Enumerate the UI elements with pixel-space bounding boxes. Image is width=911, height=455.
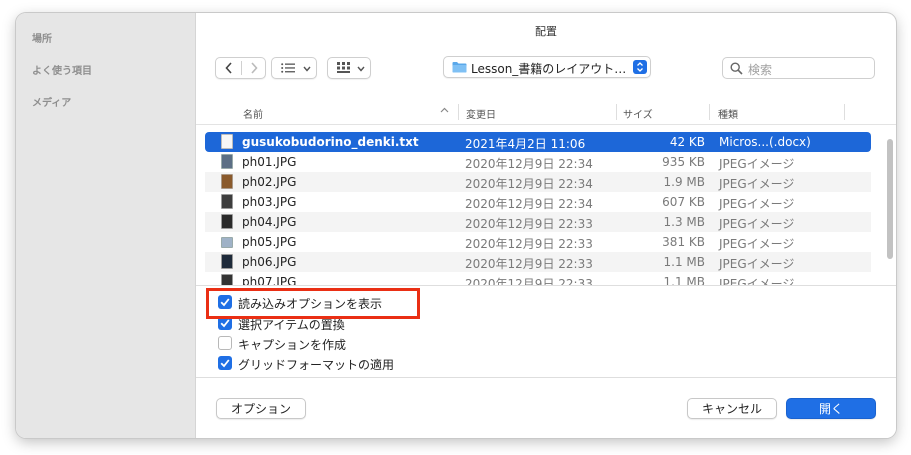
file-date: 2020年12月9日 22:34 (465, 157, 593, 171)
file-size: 607 KB (662, 195, 705, 209)
grid-view-icon (337, 62, 350, 73)
option-label: 読み込みオプションを表示 (238, 297, 383, 311)
file-list: 名前 変更日 サイズ 種類 gusukobudorino_denki.txt 2… (196, 99, 896, 285)
cancel-button[interactable]: キャンセル (687, 398, 777, 419)
icon-view-button[interactable] (327, 57, 371, 79)
file-kind: Micros...(.docx) (719, 135, 811, 149)
scrollbar-thumb[interactable] (887, 139, 893, 259)
file-date: 2020年12月9日 22:33 (465, 237, 593, 251)
sidebar: 場所 よく使う項目 メディア (16, 13, 196, 438)
file-row[interactable]: ph04.JPG 2020年12月9日 22:33 1.3 MB JPEGイメー… (205, 212, 871, 232)
chevron-left-icon (224, 62, 232, 74)
navigation-segment (215, 57, 266, 79)
file-size: 42 KB (669, 135, 705, 149)
file-size: 1.1 MB (663, 275, 705, 285)
text-file-icon (221, 134, 233, 149)
popup-arrows-icon (633, 60, 647, 74)
location-label: Lesson_書籍のレイアウト… (471, 62, 627, 76)
open-file-dialog: 場所 よく使う項目 メディア 配置 Lesson_書籍のレイアウト… 検索 名前… (16, 13, 896, 438)
image-thumbnail-icon (221, 214, 233, 229)
option-label: キャプションを作成 (238, 338, 347, 352)
file-date: 2020年12月9日 22:33 (465, 257, 593, 271)
image-thumbnail-icon (221, 274, 233, 285)
list-view-icon (281, 63, 295, 73)
file-name: ph03.JPG (242, 195, 297, 209)
column-header-size[interactable]: サイズ (623, 106, 653, 121)
file-kind: JPEGイメージ (719, 217, 795, 231)
column-header: 名前 変更日 サイズ 種類 (196, 99, 896, 125)
checkbox-checked[interactable] (218, 295, 232, 309)
open-button[interactable]: 開く (786, 398, 876, 419)
list-view-button[interactable] (271, 57, 317, 79)
location-popup[interactable]: Lesson_書籍のレイアウト… (443, 56, 651, 78)
search-icon (730, 62, 743, 75)
file-kind: JPEGイメージ (719, 257, 795, 271)
dialog-title: 配置 (535, 25, 557, 38)
file-name: gusukobudorino_denki.txt (242, 135, 419, 149)
vertical-scrollbar[interactable] (885, 125, 895, 285)
file-row[interactable]: ph02.JPG 2020年12月9日 22:34 1.9 MB JPEGイメー… (205, 172, 871, 192)
file-kind: JPEGイメージ (719, 197, 795, 211)
file-size: 1.1 MB (663, 255, 705, 269)
checkbox-checked[interactable] (218, 316, 232, 330)
sort-ascending-icon (440, 107, 449, 113)
image-thumbnail-icon (221, 237, 233, 248)
chevron-down-icon (357, 66, 365, 72)
image-thumbnail-icon (221, 254, 233, 269)
file-row[interactable]: ph06.JPG 2020年12月9日 22:33 1.1 MB JPEGイメー… (205, 252, 871, 272)
file-size: 935 KB (662, 155, 705, 169)
file-row[interactable]: ph07.JPG 2020年12月9日 22:33 1.1 MB JPEGイメー… (205, 272, 871, 285)
file-row[interactable]: gusukobudorino_denki.txt 2021年4月2日 11:06… (205, 132, 871, 152)
chevron-right-icon (251, 62, 258, 74)
file-size: 1.3 MB (663, 215, 705, 229)
sidebar-item-locations[interactable]: 場所 (32, 30, 52, 45)
image-thumbnail-icon (221, 174, 233, 189)
file-date: 2020年12月9日 22:33 (465, 217, 593, 231)
search-placeholder: 検索 (748, 63, 773, 77)
file-date: 2020年12月9日 22:34 (465, 197, 593, 211)
file-size: 1.9 MB (663, 175, 705, 189)
back-button[interactable] (216, 58, 241, 78)
file-row[interactable]: ph01.JPG 2020年12月9日 22:34 935 KB JPEGイメー… (205, 152, 871, 172)
file-name: ph05.JPG (242, 235, 297, 249)
file-row[interactable]: ph03.JPG 2020年12月9日 22:34 607 KB JPEGイメー… (205, 192, 871, 212)
file-name: ph04.JPG (242, 215, 297, 229)
file-kind: JPEGイメージ (719, 237, 795, 251)
image-thumbnail-icon (221, 194, 233, 209)
options-button[interactable]: オプション (216, 398, 306, 419)
file-kind: JPEGイメージ (719, 177, 795, 191)
file-date: 2020年12月9日 22:33 (465, 277, 593, 285)
chevron-down-icon (303, 66, 311, 72)
image-thumbnail-icon (221, 154, 233, 169)
import-options: 読み込みオプションを表示 選択アイテムの置換 キャプションを作成 グリッドフォー… (196, 285, 896, 377)
checkbox-unchecked[interactable] (218, 336, 232, 350)
forward-button[interactable] (242, 58, 266, 78)
file-size: 381 KB (662, 235, 705, 249)
file-row[interactable]: ph05.JPG 2020年12月9日 22:33 381 KB JPEGイメー… (205, 232, 871, 252)
sidebar-item-favorites[interactable]: よく使う項目 (32, 62, 92, 77)
dialog-footer: オプション キャンセル 開く (196, 377, 896, 438)
file-date: 2021年4月2日 11:06 (465, 137, 586, 151)
column-header-kind[interactable]: 種類 (718, 106, 738, 121)
sidebar-item-media[interactable]: メディア (32, 94, 71, 109)
file-date: 2020年12月9日 22:34 (465, 177, 593, 191)
folder-icon (452, 62, 467, 73)
file-name: ph06.JPG (242, 255, 297, 269)
file-name: ph01.JPG (242, 155, 297, 169)
file-name: ph07.JPG (242, 275, 297, 285)
column-header-name[interactable]: 名前 (243, 106, 263, 121)
file-name: ph02.JPG (242, 175, 297, 189)
file-kind: JPEGイメージ (719, 277, 795, 285)
column-header-date[interactable]: 変更日 (466, 106, 496, 121)
search-field[interactable]: 検索 (722, 57, 875, 79)
checkbox-checked[interactable] (218, 356, 232, 370)
file-kind: JPEGイメージ (719, 157, 795, 171)
option-label: 選択アイテムの置換 (238, 318, 345, 332)
option-label: グリッドフォーマットの適用 (238, 358, 395, 372)
